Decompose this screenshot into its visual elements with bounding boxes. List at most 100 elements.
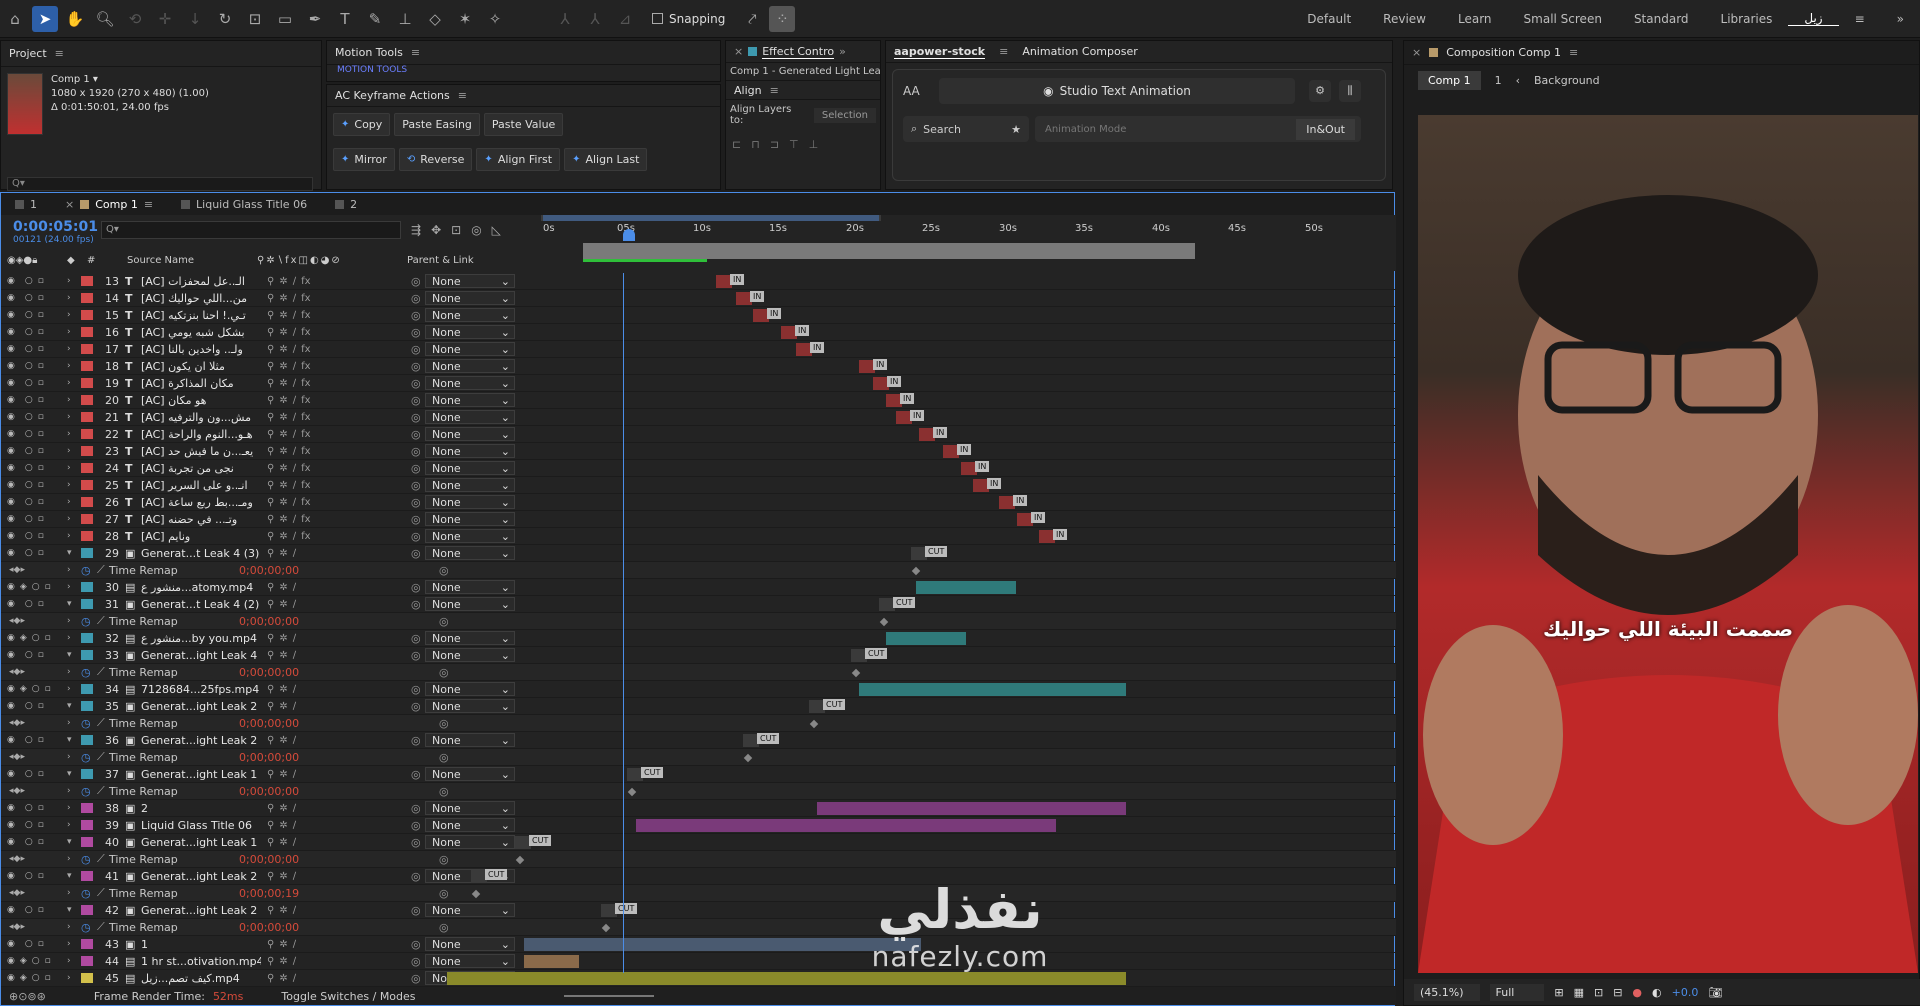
comp-flowchart-icon[interactable]: ⇶	[411, 223, 421, 237]
lock-icon[interactable]: ▫	[38, 769, 44, 779]
quality-icon[interactable]: ∕	[293, 514, 296, 525]
layer-name[interactable]: [AC] هـو...النوم والراحة	[141, 428, 261, 441]
layer-duration-bar[interactable]	[817, 802, 1126, 815]
quality-icon[interactable]: ∕	[293, 327, 296, 338]
label-color[interactable]	[81, 378, 93, 388]
shy-icon[interactable]: ⚲	[267, 633, 274, 644]
fx-icon[interactable]: fx	[301, 446, 310, 457]
label-color[interactable]	[81, 310, 93, 320]
pickwhip-icon[interactable]: ◎	[411, 836, 425, 849]
pickwhip-icon[interactable]: ◎	[411, 445, 425, 458]
solo-icon[interactable]: ○	[25, 276, 33, 286]
mask-visibility-icon[interactable]: ⊡	[1594, 986, 1603, 999]
solo-icon[interactable]: ○	[25, 514, 33, 524]
pickwhip-icon[interactable]: ◎	[411, 428, 425, 441]
solo-icon[interactable]: ○	[25, 939, 33, 949]
panel-menu-icon[interactable]: ≡	[458, 89, 467, 102]
home-icon[interactable]: ⌂	[2, 6, 28, 32]
layer-switches[interactable]: ⚲ ✲ ∕ fx	[261, 531, 411, 542]
time-remap-value[interactable]: 0;00;00;00	[239, 564, 439, 577]
av-switches[interactable]: ◉ ○ ▫	[1, 412, 67, 422]
project-title[interactable]: Project	[9, 47, 47, 60]
layer-name[interactable]: [AC] مكان المذاكرة	[141, 377, 261, 390]
workspace-small-screen[interactable]: Small Screen	[1508, 12, 1618, 26]
layer-marker[interactable]: IN	[957, 444, 972, 455]
parent-dropdown[interactable]: None ⌄	[425, 274, 515, 288]
time-remap-row[interactable]: ◂◆▸ › ◷ ⟋ Time Remap 0;00;00;19 ◎	[1, 885, 1396, 902]
chevron-right-icon[interactable]: ›	[67, 633, 81, 643]
quality-icon[interactable]: ∕	[293, 548, 296, 559]
collapse-icon[interactable]: ✲	[279, 293, 287, 304]
shy-icon[interactable]: ⚲	[267, 803, 274, 814]
solo-icon[interactable]: ○	[25, 344, 33, 354]
layer-marker[interactable]: CUT	[615, 903, 638, 914]
chevron-down-icon[interactable]: ▾	[67, 548, 81, 558]
layer-marker[interactable]: IN	[1053, 529, 1068, 540]
label-color[interactable]	[81, 820, 93, 830]
label-icon[interactable]: ◆	[67, 255, 87, 266]
collapse-icon[interactable]: ✲	[279, 310, 287, 321]
av-switches[interactable]: ◉ ◈ ○ ▫	[1, 973, 67, 983]
shy-icon[interactable]: ⚲	[267, 412, 274, 423]
shy-icon[interactable]: ⚲	[267, 820, 274, 831]
quality-icon[interactable]: ∕	[293, 701, 296, 712]
pickwhip-icon[interactable]: ◎	[411, 479, 425, 492]
chevron-right-icon[interactable]: ›	[67, 378, 81, 388]
ac-keyframe-title[interactable]: AC Keyframe Actions	[335, 89, 450, 102]
layer-track[interactable]: IN	[541, 307, 1376, 324]
eye-icon[interactable]: ◉	[7, 395, 15, 405]
shy-icon[interactable]: ⚲	[267, 684, 274, 695]
layer-switches[interactable]: ⚲ ✲ ∕ fx	[261, 514, 411, 525]
fx-icon[interactable]: fx	[301, 276, 310, 287]
keyframe[interactable]	[627, 787, 637, 797]
layer-track[interactable]: IN	[541, 460, 1376, 477]
chevron-right-icon[interactable]: ›	[67, 939, 81, 949]
label-color[interactable]	[81, 956, 93, 966]
chevron-right-icon[interactable]: ›	[67, 463, 81, 473]
mirror-button[interactable]: ✦ Mirror	[333, 148, 395, 171]
pickwhip-icon[interactable]: ◎	[411, 802, 425, 815]
lock-icon[interactable]: ▫	[38, 531, 44, 541]
layer-marker[interactable]: IN	[910, 410, 925, 421]
layer-name[interactable]: 2	[141, 802, 261, 815]
layer-name[interactable]: Generat...t Leak 4 (2)	[141, 598, 261, 611]
layer-name[interactable]: Liquid Glass Title 06	[141, 819, 261, 832]
layer-switches[interactable]: ⚲ ✲ ∕	[261, 803, 411, 814]
panel-menu-icon[interactable]: ≡	[770, 84, 779, 97]
av-switches[interactable]: ◉ ○ ▫	[1, 395, 67, 405]
time-remap-value[interactable]: 0;00;00;19	[239, 887, 439, 900]
solo-icon[interactable]: ○	[25, 446, 33, 456]
pickwhip-icon[interactable]: ◎	[411, 292, 425, 305]
av-switches[interactable]: ◉ ◈ ○ ▫	[1, 633, 67, 643]
quality-icon[interactable]: ∕	[293, 531, 296, 542]
shy-icon[interactable]: ⚲	[267, 939, 274, 950]
shy-icon[interactable]: ⚲	[267, 361, 274, 372]
align-left-icon[interactable]: ⊏	[732, 138, 741, 151]
parent-dropdown[interactable]: None ⌄	[425, 631, 515, 645]
layer-name[interactable]: [AC] هو مكان	[141, 394, 261, 407]
layer-switches[interactable]: ⚲ ✲ ∕ fx	[261, 310, 411, 321]
pickwhip-icon[interactable]: ◎	[411, 904, 425, 917]
av-switches[interactable]: ◉ ○ ▫	[1, 310, 67, 320]
parent-dropdown[interactable]: None ⌄	[425, 835, 515, 849]
parent-dropdown[interactable]: None ⌄	[425, 478, 515, 492]
parent-dropdown[interactable]: None ⌄	[425, 937, 515, 951]
layer-track[interactable]: IN	[541, 324, 1376, 341]
work-area-bar[interactable]	[583, 243, 1195, 259]
shy-icon[interactable]: ⚲	[267, 701, 274, 712]
pickwhip-icon[interactable]: ◎	[411, 870, 425, 883]
eye-icon[interactable]: ◉	[7, 548, 15, 558]
layer-track[interactable]	[541, 783, 1376, 800]
layer-track[interactable]: IN	[541, 409, 1376, 426]
comp-canvas[interactable]: صممت البيئة اللي حواليك	[1418, 115, 1918, 973]
time-remap-value[interactable]: 0;00;00;00	[239, 921, 439, 934]
solo-icon[interactable]: ○	[32, 956, 40, 966]
collapse-icon[interactable]: ✲	[279, 497, 287, 508]
quality-icon[interactable]: ∕	[293, 905, 296, 916]
chevron-right-icon[interactable]: ›	[67, 752, 81, 762]
keyframe[interactable]	[743, 753, 753, 763]
layer-switches[interactable]: ⚲ ✲ ∕	[261, 973, 411, 984]
layer-row[interactable]: ◉ ○ ▫ › 43 ▣ 1 ⚲ ✲ ∕ ◎ None ⌄	[1, 936, 1396, 953]
graph-icon[interactable]: ⟋	[97, 920, 109, 934]
collapse-icon[interactable]: ✲	[279, 327, 287, 338]
